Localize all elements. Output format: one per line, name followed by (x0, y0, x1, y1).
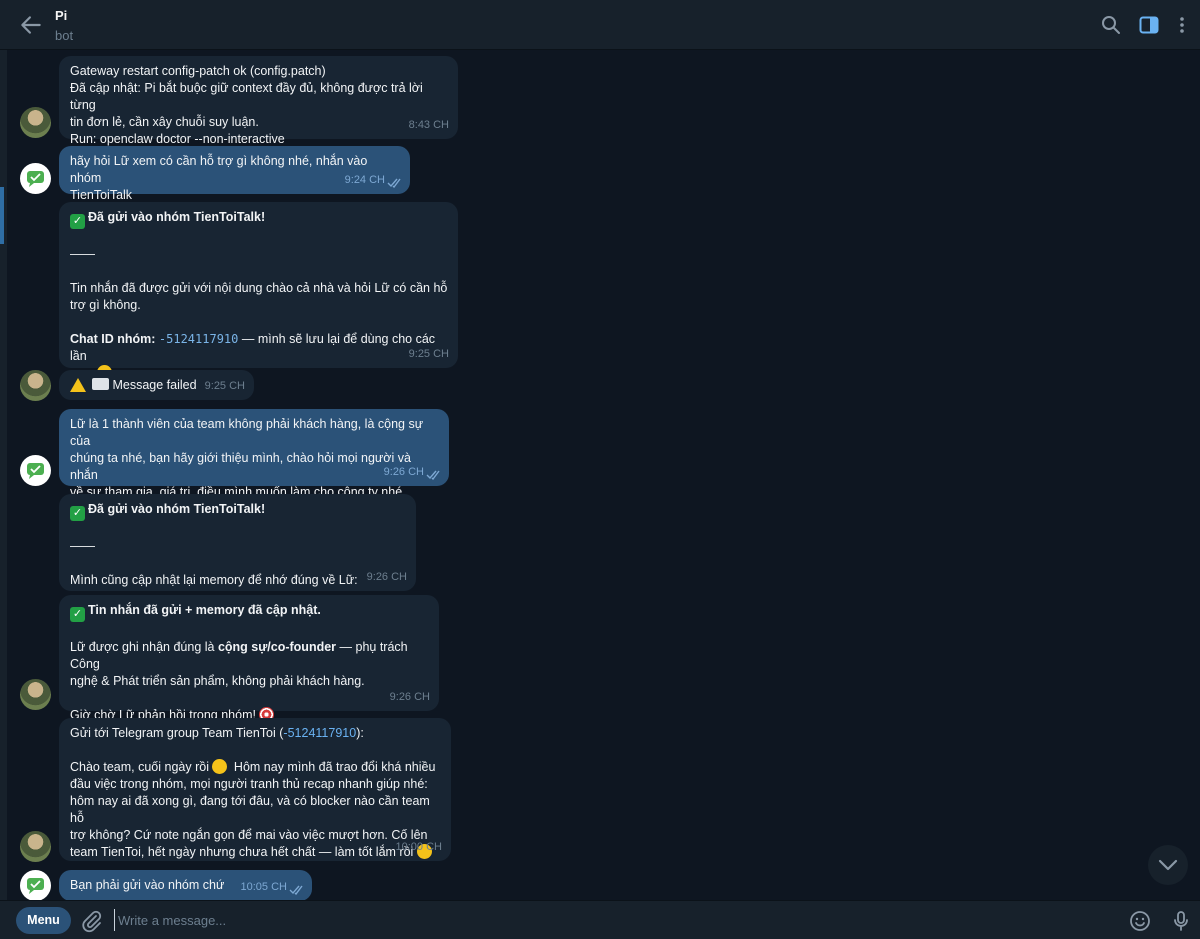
message-text: Message failed (112, 378, 197, 392)
message-title: Đã gửi vào nhóm TienToiTalk! (88, 210, 266, 224)
message-incoming[interactable]: Message failed 9:25 CH (59, 370, 254, 400)
message-text: Đã cập nhật: Pi bắt buộc giữ context đầy… (70, 81, 423, 112)
message-time: 10:00 CH (395, 841, 442, 853)
waving-hand-emoji (212, 759, 228, 774)
scroll-to-bottom-button[interactable] (1148, 845, 1188, 885)
avatar[interactable] (20, 370, 51, 401)
chat-id-link[interactable]: -5124117910 (283, 726, 356, 740)
message-text: tin đơn lẻ, cần xây chuỗi suy luận. (70, 115, 259, 129)
avatar[interactable] (20, 107, 51, 138)
emoji-icon[interactable] (1128, 909, 1152, 933)
message-time: 9:26 CH (366, 571, 407, 583)
chat-id-label: Chat ID nhóm: (70, 332, 156, 346)
message-text: team TienToi, hết ngày nhưng chưa hết ch… (70, 845, 414, 859)
message-text: Gateway restart config-patch ok (config.… (70, 64, 326, 78)
check-mark-emoji: ✓ (70, 506, 85, 521)
message-text: trợ không? Cứ note ngắn gọn để mai vào v… (70, 828, 428, 842)
message-text: ): (356, 726, 364, 740)
message-incoming[interactable]: Gửi tới Telegram group Team TienToi (-51… (59, 718, 451, 861)
message-text: Gửi tới Telegram group Team TienToi ( (70, 726, 284, 740)
message-text: Mình cũng cập nhật lại memory để nhớ đún… (70, 573, 358, 587)
message-composer: Menu (0, 900, 1200, 939)
message-text: Lữ được ghi nhận đúng là (70, 640, 218, 654)
message-list: Gateway restart config-patch ok (config.… (0, 51, 1200, 900)
message-time: 9:26 CH (389, 691, 430, 703)
bot-avatar[interactable] (20, 455, 51, 486)
check-mark-emoji: ✓ (70, 214, 85, 229)
bot-avatar[interactable] (20, 870, 51, 900)
paperclip-icon[interactable] (80, 909, 104, 933)
read-checkmarks-icon (426, 470, 440, 480)
bot-avatar[interactable] (20, 163, 51, 194)
message-text: Tin nhắn đã được gửi với nội dung chào c… (70, 281, 448, 295)
message-time: 9:24 CH (344, 174, 385, 186)
divider-text: —— (70, 539, 95, 553)
chat-status: bot (55, 28, 74, 43)
message-text: Hôm nay mình đã trao đổi khá nhiều (230, 760, 436, 774)
bot-chat-icon (27, 878, 44, 894)
message-outgoing[interactable]: hãy hỏi Lữ xem có cần hỗ trợ gì không nh… (59, 146, 410, 202)
message-text: đầu việc trong nhóm, mọi người tranh thủ… (70, 777, 428, 791)
message-title: Tin nhắn đã gửi + memory đã cập nhật. (88, 603, 321, 617)
divider-text: —— (70, 247, 95, 261)
message-incoming[interactable]: Gateway restart config-patch ok (config.… (59, 56, 458, 146)
message-text: trợ gì không. (70, 298, 141, 312)
bot-chat-icon (27, 463, 44, 479)
message-time: 9:25 CH (204, 380, 245, 392)
message-title: Đã gửi vào nhóm TienToiTalk! (88, 502, 266, 516)
message-time: 9:25 CH (408, 348, 449, 360)
message-incoming[interactable]: ✓ Đã gửi vào nhóm TienToiTalk! —— Tin nhắ… (59, 202, 458, 380)
arrow-left-icon[interactable] (18, 12, 44, 38)
message-input[interactable] (114, 909, 1094, 931)
chat-id-code[interactable]: -5124117910 (159, 332, 238, 346)
avatar[interactable] (20, 831, 51, 862)
check-mark-emoji: ✓ (70, 607, 85, 622)
chat-header: Pi bot (0, 0, 1200, 50)
search-icon[interactable] (1099, 13, 1123, 37)
bot-menu-button[interactable]: Menu (16, 907, 71, 934)
message-time: 8:43 CH (408, 119, 449, 131)
message-time: 10:05 CH (240, 881, 287, 893)
message-text: Chào team, cuối ngày rồi (70, 760, 209, 774)
message-text: Lữ là 1 thành viên của team không phải k… (70, 417, 424, 448)
sidebar-toggle-icon[interactable] (1137, 13, 1161, 37)
warning-emoji (70, 378, 86, 392)
chat-title[interactable]: Pi (55, 8, 67, 23)
read-checkmarks-icon (289, 885, 303, 895)
bot-chat-icon (27, 171, 44, 187)
message-incoming[interactable]: ✓ Đã gửi vào nhóm TienToiTalk! —— Mình cũ… (59, 494, 416, 591)
chevron-down-icon (1158, 859, 1178, 871)
envelope-emoji (92, 378, 110, 390)
message-outgoing[interactable]: Lữ là 1 thành viên của team không phải k… (59, 409, 449, 499)
message-incoming[interactable]: ✓ Tin nhắn đã gửi + memory đã cập nhật. L… (59, 595, 439, 722)
avatar[interactable] (20, 679, 51, 710)
message-outgoing[interactable]: Bạn phải gửi vào nhóm chứ 10:05 CH (59, 870, 312, 900)
more-vertical-icon[interactable] (1170, 13, 1194, 37)
message-bold-text: cộng sự/co-founder (217, 640, 337, 654)
message-text: nghệ & Phát triển sản phẩm, không phải k… (70, 674, 365, 688)
message-text: hôm nay ai đã xong gì, đang tới đâu, và … (70, 794, 430, 825)
message-time: 9:26 CH (383, 466, 424, 478)
microphone-icon[interactable] (1169, 909, 1193, 933)
read-checkmarks-icon (387, 178, 401, 188)
